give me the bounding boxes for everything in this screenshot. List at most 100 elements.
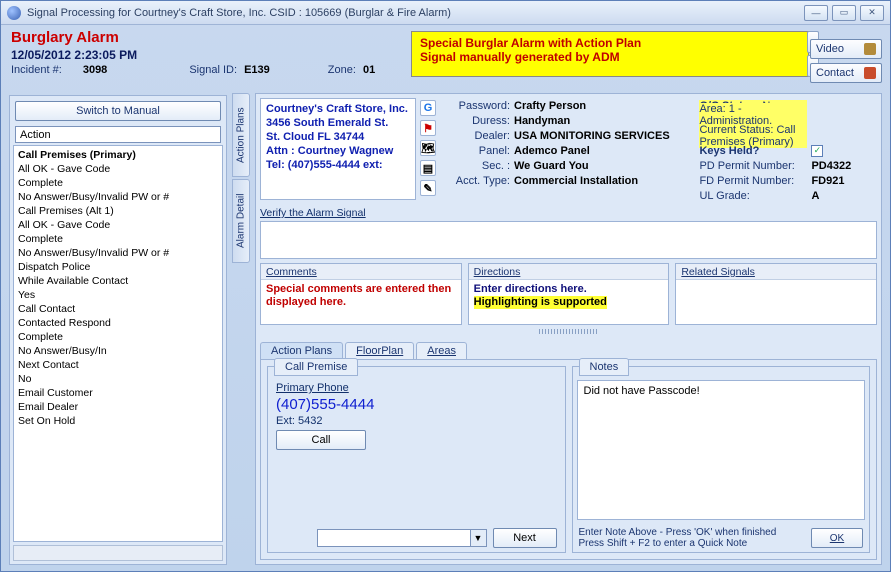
notes-hint: Enter Note Above - Press 'OK' when finis… (579, 527, 806, 549)
note-icon[interactable]: ✎ (420, 180, 436, 196)
sec-value: We Guard You (514, 160, 695, 172)
call-button-label: Call (312, 434, 331, 446)
action-tree[interactable]: Call Premises (Primary) All OK - Gave Co… (13, 145, 223, 542)
related-signals-body[interactable] (676, 280, 876, 324)
comments-text: Special comments are entered then displa… (266, 283, 451, 308)
bottom-panel-row: Call Premise Primary Phone (407)555-4444… (260, 359, 877, 560)
window-title: Signal Processing for Courtney's Craft S… (27, 7, 451, 19)
sec-label: Sec. : (444, 160, 510, 172)
tree-node[interactable]: Set On Hold (14, 414, 222, 428)
tree-node[interactable]: Complete (14, 232, 222, 246)
tree-node[interactable]: Call Premises (Alt 1) (14, 204, 222, 218)
related-signals-panel: Related Signals (675, 263, 877, 325)
directions-body[interactable]: Enter directions here. Highlighting is s… (469, 280, 669, 324)
duress-value: Handyman (514, 115, 695, 127)
close-button[interactable]: ✕ (860, 5, 884, 21)
action-search-input[interactable] (15, 126, 221, 143)
tree-node[interactable]: No Answer/Busy/Invalid PW or # (14, 246, 222, 260)
comments-body[interactable]: Special comments are entered then displa… (261, 280, 461, 324)
pd-permit-label: PD Permit Number: (699, 160, 807, 172)
video-button[interactable]: Video (810, 39, 882, 59)
primary-phone-label: Primary Phone (276, 382, 557, 394)
contact-icon (864, 67, 876, 79)
dealer-label: Dealer: (444, 130, 510, 142)
directions-title: Directions (469, 264, 669, 280)
contact-button[interactable]: Contact (810, 63, 882, 83)
tree-horizontal-scrollbar[interactable] (13, 545, 223, 561)
video-button-label: Video (816, 43, 844, 55)
acct-type-value: Commercial Installation (514, 175, 695, 187)
fd-permit-value: FD921 (811, 175, 877, 187)
comments-panel: Comments Special comments are entered th… (260, 263, 462, 325)
keys-held-label: Keys Held? (699, 145, 807, 157)
tree-node[interactable]: Contacted Respond (14, 316, 222, 330)
ul-grade-value: A (811, 190, 877, 202)
incident-value: 3098 (83, 64, 107, 76)
tree-node[interactable]: While Available Contact (14, 274, 222, 288)
tree-node[interactable]: Email Customer (14, 386, 222, 400)
vtab-alarm-detail[interactable]: Alarm Detail (232, 179, 250, 263)
details-area: Courtney's Craft Store, Inc. 3456 South … (255, 93, 882, 565)
fd-permit-label: FD Permit Number: (699, 175, 807, 187)
notes-textarea[interactable]: Did not have Passcode! (577, 380, 866, 520)
app-window: Signal Processing for Courtney's Craft S… (0, 0, 891, 572)
switch-to-manual-button[interactable]: Switch to Manual (15, 101, 221, 121)
next-button-label: Next (513, 532, 536, 544)
tree-node[interactable]: Call Premises (Primary) (14, 148, 222, 162)
comments-title: Comments (261, 264, 461, 280)
bottom-tab-group: Action Plans FloorPlan Areas (260, 342, 877, 359)
tree-node[interactable]: Complete (14, 176, 222, 190)
map-icon[interactable]: 🗺 (420, 140, 436, 156)
dealer-value: USA MONITORING SERVICES (514, 130, 695, 142)
flag-icon[interactable]: ⚑ (420, 120, 436, 136)
zone-value: 01 (363, 64, 375, 76)
tab-label: Action Plans (271, 345, 332, 357)
google-icon[interactable]: G (420, 100, 436, 116)
info-row: Courtney's Craft Store, Inc. 3456 South … (256, 94, 881, 207)
dropdown-arrow-icon: ▼ (470, 530, 486, 546)
tab-floorplan[interactable]: FloorPlan (345, 342, 414, 359)
tree-node[interactable]: No Answer/Busy/In (14, 344, 222, 358)
tree-node[interactable]: Complete (14, 330, 222, 344)
notes-tab[interactable]: Notes (579, 358, 630, 376)
tree-node[interactable]: Email Dealer (14, 400, 222, 414)
details-grid: Password: Crafty Person O/C Status: None… (444, 98, 877, 203)
ul-grade-label: UL Grade: (699, 190, 807, 202)
minimize-button[interactable]: — (804, 5, 828, 21)
tree-node[interactable]: Next Contact (14, 358, 222, 372)
ok-button[interactable]: OK (811, 528, 863, 548)
related-signals-title: Related Signals (676, 264, 876, 280)
signal-id-value: E139 (244, 64, 270, 76)
doc-icon[interactable]: ▤ (420, 160, 436, 176)
addr-line: 3456 South Emerald St. (266, 116, 410, 130)
vtab-action-plans[interactable]: Action Plans (232, 93, 250, 177)
tab-action-plans[interactable]: Action Plans (260, 342, 343, 359)
tree-node[interactable]: All OK - Gave Code (14, 162, 222, 176)
directions-line2: Highlighting is supported (474, 296, 607, 309)
tree-node[interactable]: No (14, 372, 222, 386)
tree-node[interactable]: No Answer/Busy/Invalid PW or # (14, 190, 222, 204)
next-button[interactable]: Next (493, 528, 557, 548)
tree-node[interactable]: Yes (14, 288, 222, 302)
zone-label: Zone: (328, 64, 356, 76)
switch-to-manual-label: Switch to Manual (76, 105, 160, 117)
ok-button-label: OK (830, 533, 844, 544)
keys-held-checkbox[interactable]: ✓ (811, 145, 823, 157)
maximize-button[interactable]: ▭ (832, 5, 856, 21)
splitter-grip[interactable] (539, 329, 599, 334)
vtab-label: Alarm Detail (236, 194, 247, 248)
call-button[interactable]: Call (276, 430, 366, 450)
tree-node[interactable]: All OK - Gave Code (14, 218, 222, 232)
tab-label: FloorPlan (356, 345, 403, 357)
call-premise-tab[interactable]: Call Premise (274, 358, 358, 376)
tab-label: Areas (427, 345, 456, 357)
tab-areas[interactable]: Areas (416, 342, 467, 359)
tree-node[interactable]: Call Contact (14, 302, 222, 316)
panel-label: Panel: (444, 145, 510, 157)
primary-phone-value: (407)555-4444 (276, 396, 557, 413)
verify-textarea[interactable] (260, 221, 877, 259)
tree-node[interactable]: Dispatch Police (14, 260, 222, 274)
side-button-group: Video Contact (810, 39, 882, 83)
contact-dropdown[interactable]: ▼ (317, 529, 487, 547)
notes-panel: Notes Did not have Passcode! Enter Note … (572, 366, 871, 553)
